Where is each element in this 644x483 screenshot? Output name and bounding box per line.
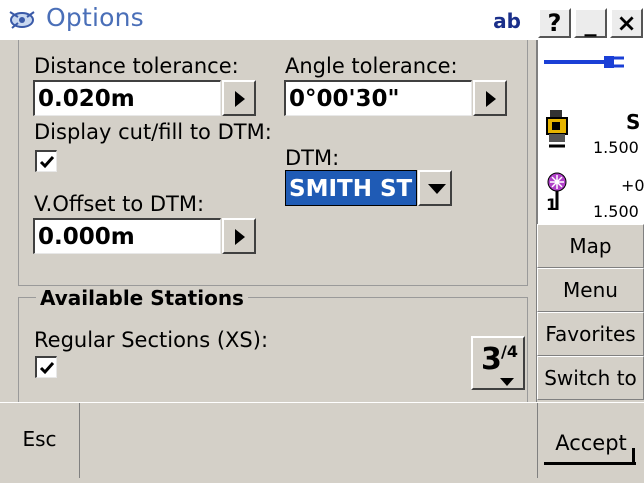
accept-enter-indicator: [544, 462, 636, 465]
checkmark-icon: [39, 156, 55, 169]
display-cutfill-checkbox[interactable]: [35, 150, 57, 172]
regular-sections-checkbox[interactable]: [35, 356, 57, 378]
page-current: 3: [481, 342, 502, 377]
target-number: 1: [546, 195, 558, 214]
display-cutfill-label: Display cut/fill to DTM:: [34, 120, 272, 144]
distance-tolerance-label: Distance tolerance:: [34, 54, 239, 78]
target-offset: +0: [621, 176, 644, 195]
stations-frame: [18, 297, 528, 413]
favorites-button[interactable]: Favorites: [537, 312, 644, 356]
v-offset-field[interactable]: 0.000m: [33, 218, 221, 254]
chevron-down-icon: [500, 378, 514, 386]
arrow-right-icon: [235, 229, 245, 245]
page-total: /4: [501, 342, 518, 361]
angle-tolerance-arrow-button[interactable]: [473, 80, 507, 116]
window-title: Options: [46, 3, 144, 32]
total-station-icon: [546, 110, 568, 148]
distance-tolerance-arrow-button[interactable]: [222, 80, 256, 116]
help-button[interactable]: ?: [538, 8, 571, 38]
arrow-right-icon: [486, 91, 496, 107]
input-mode-button[interactable]: ab: [486, 8, 528, 34]
esc-button[interactable]: Esc: [0, 403, 80, 478]
status-panel[interactable]: S 1.500 1 +0 1.500: [537, 40, 644, 224]
close-button[interactable]: ×: [610, 8, 643, 38]
map-button[interactable]: Map: [537, 224, 644, 268]
menu-button[interactable]: Menu: [537, 268, 644, 312]
v-offset-label: V.Offset to DTM:: [34, 192, 205, 216]
checkmark-icon: [39, 362, 55, 375]
dtm-dropdown-button[interactable]: [418, 170, 452, 206]
regular-sections-label: Regular Sections (XS):: [34, 328, 269, 352]
app-logo-icon: [8, 8, 40, 32]
instrument-code: S: [626, 110, 641, 134]
angle-tolerance-label: Angle tolerance:: [285, 54, 458, 78]
dtm-select[interactable]: SMITH ST: [285, 170, 417, 206]
page-switch-button[interactable]: 3 /4: [471, 336, 525, 390]
dtm-label: DTM:: [285, 146, 340, 170]
minimize-button[interactable]: _: [574, 8, 607, 38]
chevron-down-icon: [428, 184, 446, 194]
v-offset-arrow-button[interactable]: [222, 218, 256, 254]
instrument-height: 1.500: [593, 138, 639, 157]
switch-to-button[interactable]: Switch to: [537, 356, 644, 400]
connection-icon: [544, 56, 624, 68]
target-height: 1.500: [593, 202, 639, 221]
arrow-right-icon: [235, 91, 245, 107]
angle-tolerance-field[interactable]: 0°00'30": [284, 80, 472, 116]
accept-enter-indicator-tick: [632, 448, 635, 464]
distance-tolerance-field[interactable]: 0.020m: [33, 80, 221, 116]
stations-legend: Available Stations: [36, 286, 248, 310]
options-content: Distance tolerance: 0.020m Angle toleran…: [0, 40, 537, 413]
accept-button[interactable]: Accept: [537, 403, 644, 478]
